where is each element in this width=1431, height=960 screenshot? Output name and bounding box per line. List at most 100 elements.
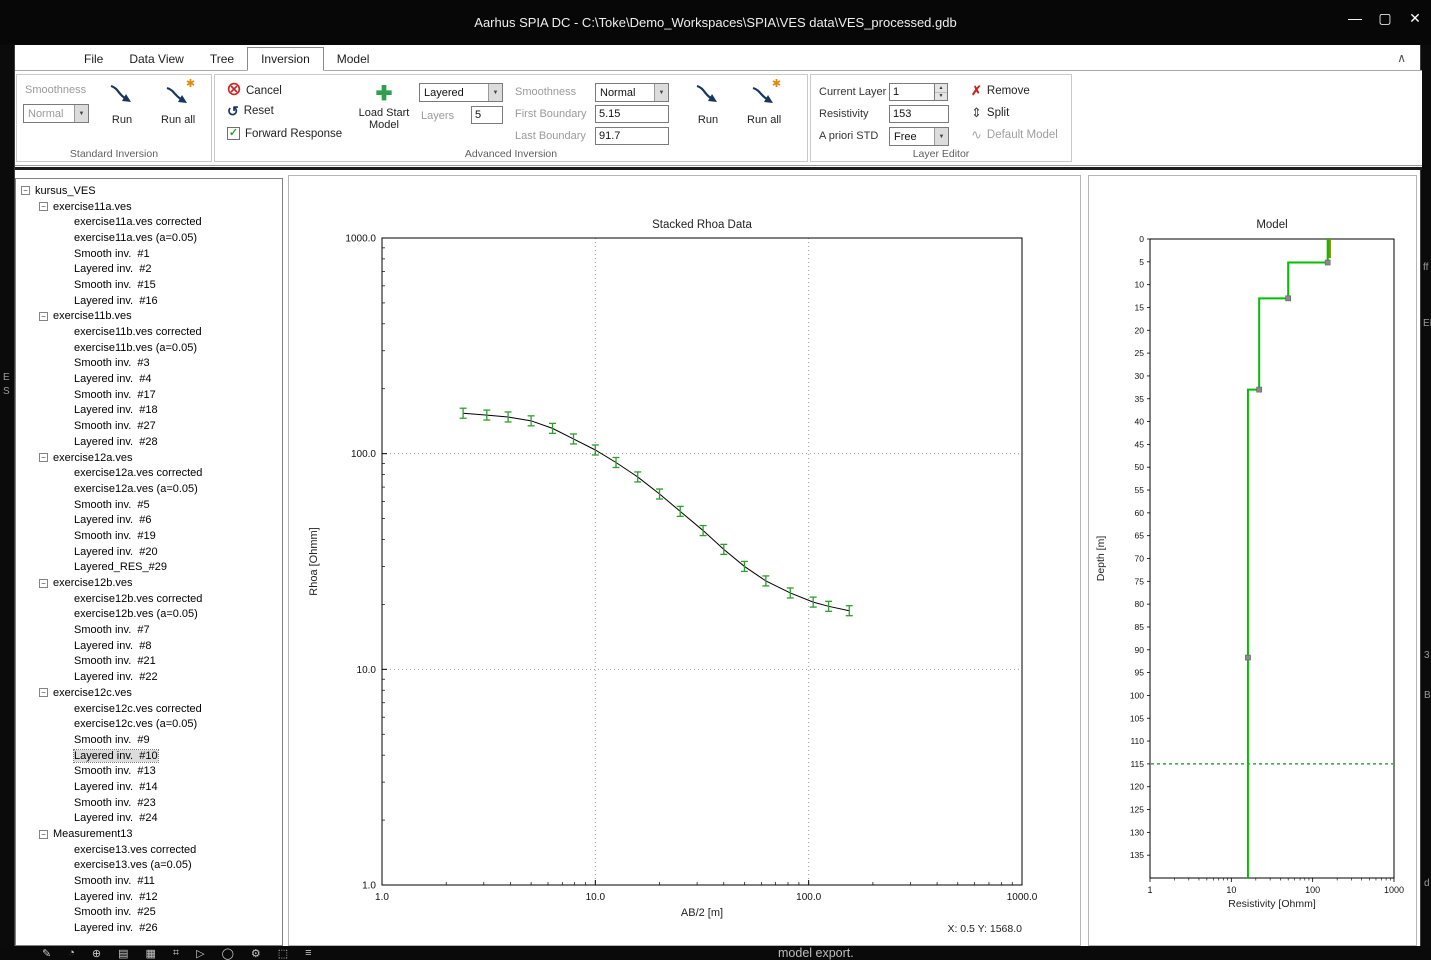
tree-item[interactable]: Smooth inv. #15 [16,277,282,293]
tree-item[interactable]: Smooth inv. #13 [16,763,282,779]
tree-item[interactable]: exercise12a.ves corrected [16,465,282,481]
tree-item[interactable]: exercise12b.ves (a=0.05) [16,607,282,623]
last-boundary-input[interactable]: 91.7 [595,127,669,145]
taskbar-icon[interactable]: ▦ [146,947,156,960]
tree-item[interactable]: Layered inv. #8 [16,638,282,654]
default-model-button[interactable]: ∿ Default Model [971,127,1058,143]
maximize-button[interactable]: ▢ [1377,10,1393,27]
remove-layer-button[interactable]: ✗ Remove [971,83,1030,99]
collapse-icon[interactable]: − [21,186,30,195]
tree-item[interactable]: Layered inv. #6 [16,512,282,528]
tree-item[interactable]: exercise11b.ves (a=0.05) [16,340,282,356]
tab-data-view[interactable]: Data View [116,48,196,70]
standard-run-button[interactable]: Run [107,81,137,126]
collapse-icon[interactable]: − [39,579,48,588]
tree-item[interactable]: Layered inv. #22 [16,669,282,685]
advanced-smoothness-dropdown[interactable]: Normal ▼ [595,83,669,102]
minimize-button[interactable]: — [1347,10,1363,27]
spinner-buttons[interactable]: ▲ ▼ [935,83,948,101]
tree-item[interactable]: Smooth inv. #11 [16,873,282,889]
tree-group[interactable]: −exercise11b.ves [16,309,282,325]
tree-item[interactable]: Layered inv. #20 [16,544,282,560]
taskbar-icon[interactable]: ▷ [196,947,204,960]
tree-item[interactable]: Smooth inv. #9 [16,732,282,748]
tree-item[interactable]: Layered inv. #12 [16,889,282,905]
advanced-run-all-button[interactable]: ✱ Run all [747,81,781,126]
tree-item[interactable]: Layered inv. #24 [16,811,282,827]
tree-group[interactable]: −exercise12a.ves [16,450,282,466]
model-chart[interactable]: 0510152025303540455055606570758085909510… [1089,176,1418,947]
taskbar-icon[interactable]: ⚙ [251,947,261,960]
tree-item[interactable]: exercise13.ves corrected [16,842,282,858]
tree-item[interactable]: Layered inv. #10 [16,748,282,764]
tree-item[interactable]: Smooth inv. #25 [16,905,282,921]
collapse-icon[interactable]: − [39,312,48,321]
spin-up-icon[interactable]: ▲ [935,84,947,93]
tree-item[interactable]: Smooth inv. #27 [16,418,282,434]
tree-group[interactable]: −exercise12b.ves [16,575,282,591]
tree-item[interactable]: Layered inv. #18 [16,403,282,419]
forward-response-checkbox[interactable]: ✓ Forward Response [227,127,342,140]
tree-item[interactable]: Layered inv. #2 [16,261,282,277]
tree-item[interactable]: Layered inv. #14 [16,779,282,795]
taskbar-icon[interactable]: ◯ [222,947,234,960]
advanced-run-button[interactable]: Run [693,81,723,126]
tab-tree[interactable]: Tree [197,48,247,70]
tree-item[interactable]: exercise11a.ves corrected [16,214,282,230]
spin-down-icon[interactable]: ▼ [935,93,947,101]
tree-item[interactable]: Layered inv. #26 [16,920,282,936]
tree-item[interactable]: exercise12c.ves (a=0.05) [16,716,282,732]
first-boundary-input[interactable]: 5.15 [595,105,669,123]
standard-run-all-button[interactable]: ✱ Run all [161,81,195,126]
resistivity-input[interactable]: 153 [889,105,949,123]
tree-item[interactable]: exercise13.ves (a=0.05) [16,858,282,874]
tree-item[interactable]: Smooth inv. #19 [16,528,282,544]
tree-item[interactable]: exercise12c.ves corrected [16,701,282,717]
reset-button[interactable]: ↺ Reset [227,105,274,117]
ribbon-collapse-icon[interactable]: ∧ [1397,51,1406,65]
collapse-icon[interactable]: − [39,453,48,462]
tree-item[interactable]: Layered inv. #28 [16,434,282,450]
tree-item[interactable]: Layered_RES_#29 [16,560,282,576]
taskbar-icon[interactable]: ⊕ [92,947,101,960]
taskbar-icon[interactable]: ⌗ [173,947,179,960]
tree-item[interactable]: Layered inv. #16 [16,293,282,309]
tree-item[interactable]: Smooth inv. #5 [16,497,282,513]
model-type-dropdown[interactable]: Layered ▼ [419,83,503,102]
cancel-button[interactable]: Cancel [227,82,282,99]
tree-item[interactable]: Smooth inv. #1 [16,246,282,262]
tab-file[interactable]: File [71,48,116,70]
collapse-icon[interactable]: − [39,202,48,211]
taskbar-icon[interactable]: ✎ [42,947,51,960]
current-layer-spinner[interactable]: 1 ▲ ▼ [889,83,948,101]
tab-model[interactable]: Model [324,48,383,70]
tree-item[interactable]: exercise11a.ves (a=0.05) [16,230,282,246]
tree-item[interactable]: Smooth inv. #17 [16,387,282,403]
tree-group[interactable]: −Measurement13 [16,826,282,842]
tree-item[interactable]: Smooth inv. #23 [16,795,282,811]
close-button[interactable]: ✕ [1407,10,1423,27]
tree-item[interactable]: Smooth inv. #7 [16,622,282,638]
tree-item[interactable]: Smooth inv. #3 [16,356,282,372]
stacked-rhoa-chart[interactable]: 1.01.010.010.0100.0100.01000.01000.0Stac… [289,176,1082,947]
tree-group[interactable]: −exercise12c.ves [16,685,282,701]
collapse-icon[interactable]: − [39,830,48,839]
tree-group[interactable]: −exercise11a.ves [16,199,282,215]
taskbar-icon[interactable]: ◔ [68,947,75,960]
taskbar-icon[interactable]: ≡ [305,947,311,960]
taskbar-icon[interactable]: ▤ [118,947,128,960]
standard-smoothness-dropdown[interactable]: Normal ▼ [23,104,89,123]
layers-input[interactable]: 5 [471,106,503,124]
apriori-std-dropdown[interactable]: Free ▼ [889,127,949,146]
tree-item[interactable]: Smooth inv. #21 [16,654,282,670]
tree-item[interactable]: Layered inv. #4 [16,371,282,387]
collapse-icon[interactable]: − [39,688,48,697]
tree-root[interactable]: −kursus_VES [16,183,282,199]
split-layer-button[interactable]: ⇕ Split [971,105,1009,121]
tree-item[interactable]: exercise12a.ves (a=0.05) [16,481,282,497]
taskbar-icon[interactable]: ⬚ [278,947,288,960]
tab-inversion[interactable]: Inversion [247,47,324,71]
tree-item[interactable]: exercise12b.ves corrected [16,591,282,607]
tree-item[interactable]: exercise11b.ves corrected [16,324,282,340]
load-start-model-button[interactable]: ✚ Load Start Model [353,83,415,131]
